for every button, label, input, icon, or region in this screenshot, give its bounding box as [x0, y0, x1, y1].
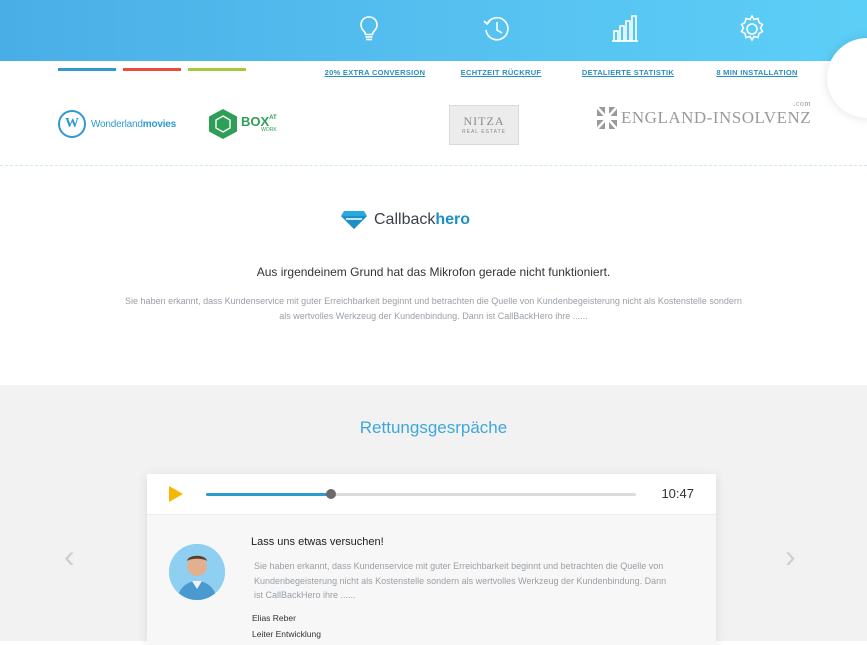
microphone-error-headline: Aus irgendeinem Grund hat das Mikrofon g…: [256, 265, 611, 279]
progress-fill: [206, 493, 331, 496]
feature-banner: [0, 0, 867, 61]
callbackhero-logo: Callbackhero: [340, 210, 470, 230]
testimonial-body: Lass uns etwas versuchen! Sie haben erka…: [147, 515, 716, 645]
clock-history-icon: [480, 12, 514, 46]
progress-handle[interactable]: [325, 489, 336, 499]
accent-line-blue: [58, 68, 116, 71]
wonderland-wordmark: Wonderlandmovies: [91, 118, 177, 130]
intro-paragraph: Sie haben erkannt, dass Kundenservice mi…: [125, 296, 742, 321]
accent-line-red: [123, 68, 181, 71]
logo-nitza: NITZA REAL ESTATE: [449, 105, 519, 145]
testimonial-author-role: Leiter Entwicklung: [252, 629, 321, 639]
testimonial-text: Sie haben erkannt, dass Kundenservice mi…: [254, 561, 667, 600]
lightbulb-icon: [352, 12, 386, 46]
audio-testimonial-card: 10:47 Lass uns etwas versuchen! Sie habe…: [147, 474, 716, 645]
play-button[interactable]: [169, 486, 183, 502]
bar-chart-icon: [608, 12, 642, 46]
feature-link-statistics[interactable]: DETALIERTE STATISTIK: [582, 68, 674, 77]
logo-box-at-work: BOXAT WORK: [208, 108, 277, 140]
testimonial-title: Lass uns etwas versuchen!: [251, 536, 384, 548]
feature-link-callback[interactable]: ECHTZEIT RÜCKRUF: [461, 68, 542, 77]
carousel-prev-button[interactable]: ‹: [64, 540, 75, 572]
diamond-icon: [341, 211, 367, 229]
feature-link-installation[interactable]: 8 MIN INSTALLATION: [716, 68, 797, 77]
carousel-next-button[interactable]: ›: [785, 540, 796, 572]
accent-line-green: [188, 68, 246, 71]
testimonial-author-name: Elias Reber: [252, 613, 296, 623]
audio-player: 10:47: [147, 474, 716, 515]
box-cube-icon: [209, 109, 237, 139]
union-flag-icon: [597, 107, 617, 129]
gear-icon: [735, 12, 769, 46]
box-wordmark: BOXAT WORK: [241, 114, 277, 133]
playback-time: 10:47: [661, 486, 694, 501]
section-divider: [0, 165, 867, 166]
section-title: Rettungsgesrpäche: [359, 418, 508, 437]
logo-wonderlandmovies: W Wonderlandmovies: [58, 110, 176, 138]
avatar: [169, 544, 225, 600]
feature-link-conversion[interactable]: 20% EXTRA CONVERSION: [325, 68, 426, 77]
logo-england-insolvenz: ENGLAND-INSOLVENZ .com: [597, 99, 811, 129]
wonderland-mark: W: [58, 110, 86, 138]
progress-track[interactable]: [206, 489, 636, 499]
